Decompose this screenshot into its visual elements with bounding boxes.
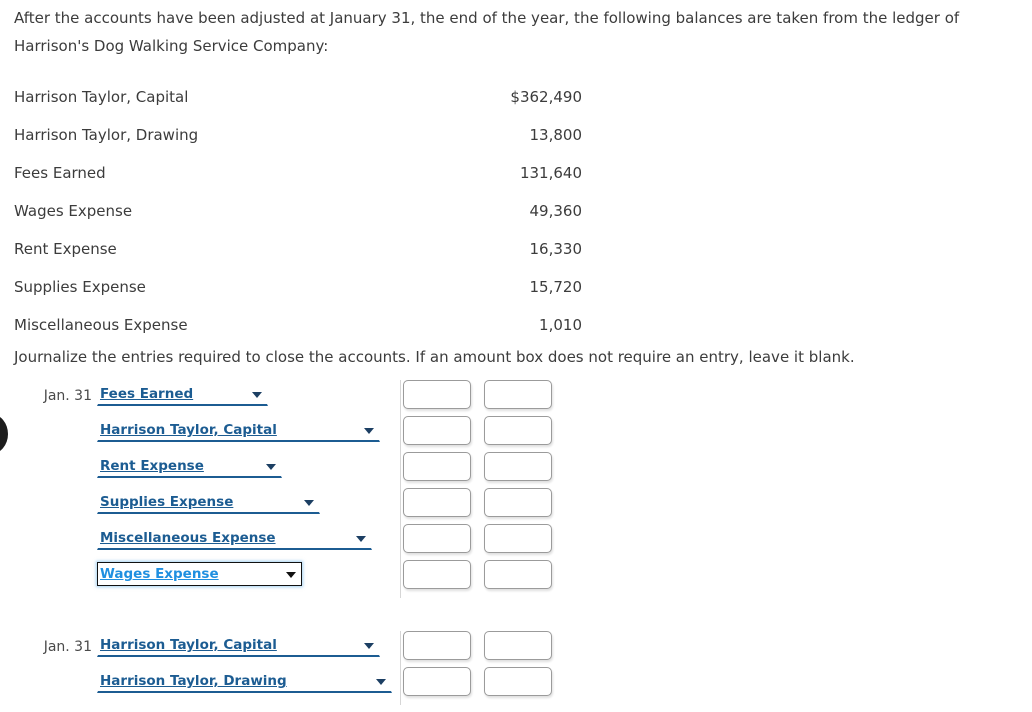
account-select-dropdown[interactable]: Harrison Taylor, Capital [97, 418, 380, 442]
journal-date-label [0, 414, 92, 450]
balance-amount: 16,330 [529, 240, 583, 258]
credit-amount-input[interactable] [484, 488, 552, 517]
account-select-dropdown[interactable]: Fees Earned [97, 382, 268, 406]
journal-line-row: Miscellaneous Expense [0, 522, 600, 558]
table-row: Rent Expense 16,330 [14, 230, 582, 268]
journalize-instruction-text: Journalize the entries required to close… [14, 348, 855, 366]
balance-amount: 131,640 [519, 164, 582, 182]
account-select-label: Harrison Taylor, Capital [100, 637, 277, 653]
problem-intro-text: After the accounts have been adjusted at… [14, 9, 960, 55]
account-select-dropdown[interactable]: Rent Expense [97, 454, 282, 478]
table-row: Harrison Taylor, Capital $362,490 [14, 78, 582, 116]
journal-date-label [0, 486, 92, 522]
balance-amount: 49,360 [529, 202, 583, 220]
chevron-down-icon [364, 642, 374, 649]
table-row: Wages Expense 49,360 [14, 192, 582, 230]
credit-amount-input[interactable] [484, 631, 552, 660]
account-select-label: Harrison Taylor, Capital [100, 422, 277, 438]
account-select-label: Harrison Taylor, Drawing [100, 673, 287, 689]
chevron-down-icon [376, 678, 386, 685]
journal-line-row: Rent Expense [0, 450, 600, 486]
balance-account-name: Miscellaneous Expense [14, 316, 188, 334]
chevron-down-icon [356, 535, 366, 542]
debit-amount-input[interactable] [403, 416, 471, 445]
table-row: Miscellaneous Expense 1,010 [14, 306, 582, 344]
account-select-dropdown[interactable]: Wages Expense [97, 562, 302, 586]
journal-date-label: Jan. 31 [43, 388, 92, 404]
balances-body: Harrison Taylor, Capital $362,490 Harrison… [14, 78, 582, 344]
account-select-dropdown[interactable]: Harrison Taylor, Drawing [97, 669, 392, 693]
journal-date-label [0, 450, 92, 486]
journal-line-row: Supplies Expense [0, 486, 600, 522]
debit-amount-input[interactable] [403, 524, 471, 553]
debit-amount-input[interactable] [403, 667, 471, 696]
balance-amount: 15,720 [529, 278, 583, 296]
account-balances-table: Harrison Taylor, Capital $362,490 Harrison… [14, 78, 582, 344]
journal-date-label [0, 522, 92, 558]
journal-entry-block: Jan. 31 Harrison Taylor, Capital Harrison … [0, 629, 600, 705]
chevron-down-icon [304, 499, 314, 506]
credit-amount-input[interactable] [484, 380, 552, 409]
debit-amount-input[interactable] [403, 631, 471, 660]
credit-amount-input[interactable] [484, 667, 552, 696]
journal-date-label [0, 665, 92, 701]
journal-line-row: Wages Expense [0, 558, 600, 594]
credit-amount-input[interactable] [484, 524, 552, 553]
account-select-label: Miscellaneous Expense [100, 530, 276, 546]
balance-amount: $362,490 [510, 88, 582, 106]
chevron-down-icon [364, 427, 374, 434]
journal-line-row: Jan. 31 Fees Earned [0, 378, 600, 414]
account-select-label: Supplies Expense [100, 494, 234, 510]
chevron-down-icon [286, 572, 296, 578]
balance-account-name: Fees Earned [14, 164, 106, 182]
account-select-label: Wages Expense [100, 566, 219, 582]
balance-account-name: Harrison Taylor, Drawing [14, 126, 199, 144]
debit-amount-input[interactable] [403, 452, 471, 481]
table-row: Supplies Expense 15,720 [14, 268, 582, 306]
journal-entry-form: Jan. 31 Fees Earned Harrison Taylor, Capit… [0, 378, 600, 705]
balance-amount: 1,010 [539, 316, 582, 334]
balance-account-name: Supplies Expense [14, 278, 146, 296]
balance-account-name: Rent Expense [14, 240, 117, 258]
journal-line-row: Jan. 31 Harrison Taylor, Capital [0, 629, 600, 665]
account-select-dropdown[interactable]: Miscellaneous Expense [97, 526, 372, 550]
credit-amount-input[interactable] [484, 416, 552, 445]
balance-amount: 13,800 [529, 126, 583, 144]
chevron-down-icon [252, 391, 262, 398]
credit-amount-input[interactable] [484, 452, 552, 481]
journal-date-label: Jan. 31 [43, 639, 92, 655]
debit-amount-input[interactable] [403, 488, 471, 517]
journal-entry-block: Jan. 31 Fees Earned Harrison Taylor, Capit… [0, 378, 600, 598]
table-row: Fees Earned 131,640 [14, 154, 582, 192]
balance-account-name: Harrison Taylor, Capital [14, 88, 189, 106]
credit-amount-input[interactable] [484, 560, 552, 589]
debit-amount-input[interactable] [403, 560, 471, 589]
chevron-down-icon [266, 463, 276, 470]
account-select-dropdown[interactable]: Harrison Taylor, Capital [97, 633, 380, 657]
account-select-dropdown[interactable]: Supplies Expense [97, 490, 320, 514]
journal-line-row: Harrison Taylor, Capital [0, 414, 600, 450]
account-select-label: Fees Earned [100, 386, 194, 402]
table-row: Harrison Taylor, Drawing 13,800 [14, 116, 582, 154]
journal-line-row: Harrison Taylor, Drawing [0, 665, 600, 701]
journal-date-label [0, 558, 92, 594]
balance-account-name: Wages Expense [14, 202, 133, 220]
account-select-label: Rent Expense [100, 458, 204, 474]
debit-amount-input[interactable] [403, 380, 471, 409]
